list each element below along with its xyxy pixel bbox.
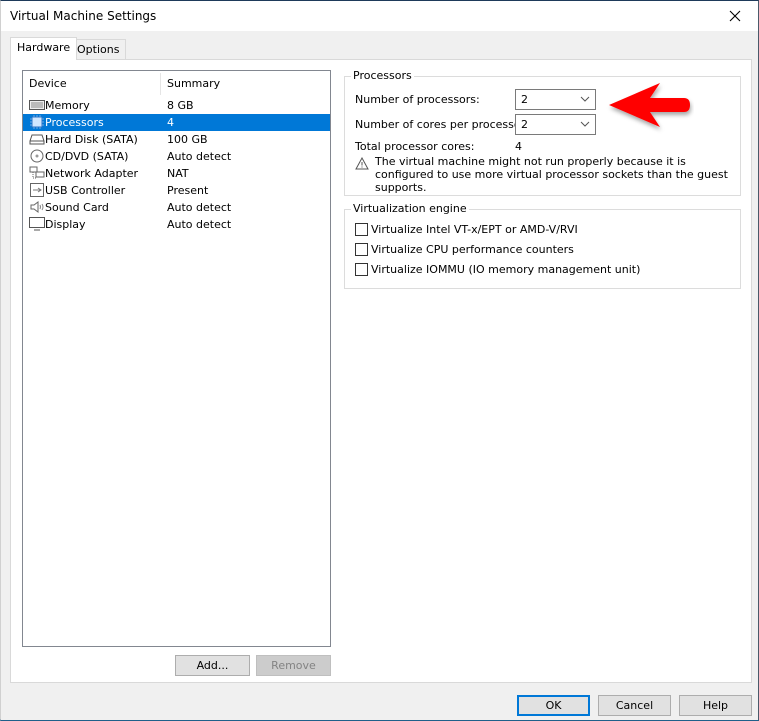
tab-options-label: Options [77, 43, 120, 56]
vtx-ept-checkbox[interactable] [355, 223, 368, 236]
device-name: Display [45, 218, 86, 231]
cancel-label: Cancel [615, 699, 654, 712]
device-summary: Auto detect [167, 218, 232, 231]
processors-group-title: Processors [351, 69, 414, 82]
add-device-button[interactable]: Add... [175, 655, 250, 676]
device-summary: Auto detect [167, 201, 232, 214]
cores-per-processor-value: 2 [521, 118, 528, 131]
device-list[interactable]: Device Summary Memory 8 GB Processors 4 Hard… [22, 70, 331, 647]
device-summary: 8 GB [167, 99, 194, 112]
device-row-memory[interactable]: Memory 8 GB [23, 97, 330, 114]
window-title: Virtual Machine Settings [10, 9, 157, 23]
monitor-icon [29, 217, 45, 232]
chevron-down-icon [580, 121, 590, 127]
column-separator[interactable] [160, 73, 161, 95]
virtualization-group-title: Virtualization engine [351, 202, 469, 215]
device-summary: Present [167, 184, 209, 197]
remove-device-label: Remove [271, 659, 316, 672]
device-row-hard-disk-sata[interactable]: Hard Disk (SATA) 100 GB [23, 131, 330, 148]
num-processors-label: Number of processors: [355, 93, 480, 106]
column-header-device[interactable]: Device [29, 77, 67, 90]
iommu-checkbox[interactable] [355, 263, 368, 276]
tab-options[interactable]: Options [70, 39, 127, 60]
device-summary: Auto detect [167, 150, 232, 163]
chevron-down-icon [580, 96, 590, 102]
total-cores-value: 4 [515, 140, 522, 153]
processor-icon [29, 115, 45, 130]
warning-icon [355, 157, 369, 170]
device-row-network-adapter[interactable]: Network Adapter NAT [23, 165, 330, 182]
hard-disk-icon [29, 132, 45, 147]
device-row-cd-dvd-sata[interactable]: CD/DVD (SATA) Auto detect [23, 148, 330, 165]
device-name: USB Controller [45, 184, 126, 197]
close-icon [729, 10, 741, 22]
hardware-panel: Device Summary Memory 8 GB Processors 4 Hard… [10, 59, 752, 683]
num-processors-select[interactable]: 2 [515, 89, 596, 110]
ok-label: OK [545, 699, 562, 712]
cores-per-processor-label: Number of cores per processor: [355, 118, 529, 131]
tab-hardware[interactable]: Hardware [10, 37, 78, 60]
network-adapter-icon [29, 166, 45, 181]
add-device-label: Add... [196, 659, 229, 672]
device-summary: 100 GB [167, 133, 208, 146]
remove-device-button[interactable]: Remove [256, 655, 331, 676]
vtx-ept-label: Virtualize Intel VT-x/EPT or AMD-V/RVI [371, 223, 578, 236]
cpu-perf-counters-checkbox[interactable] [355, 243, 368, 256]
num-processors-value: 2 [521, 93, 528, 106]
red-arrow-annotation [609, 83, 690, 127]
cancel-button[interactable]: Cancel [598, 695, 671, 716]
device-name: Hard Disk (SATA) [45, 133, 138, 146]
iommu-label: Virtualize IOMMU (IO memory management u… [371, 263, 641, 276]
device-summary: 4 [167, 116, 174, 129]
ok-button[interactable]: OK [517, 695, 590, 716]
device-name: Processors [45, 116, 104, 129]
help-label: Help [702, 699, 729, 712]
help-button[interactable]: Help [679, 695, 752, 716]
cores-per-processor-select[interactable]: 2 [515, 114, 596, 135]
cd-dvd-icon [29, 149, 45, 164]
cpu-perf-counters-label: Virtualize CPU performance counters [371, 243, 574, 256]
device-row-usb-controller[interactable]: USB Controller Present [23, 182, 330, 199]
memory-icon [29, 98, 45, 113]
device-row-display[interactable]: Display Auto detect [23, 216, 330, 233]
dialog-footer: OK Cancel Help [1, 683, 758, 720]
warning-message: The virtual machine might not run proper… [375, 155, 728, 194]
device-summary: NAT [167, 167, 189, 180]
title-bar: Virtual Machine Settings [1, 1, 758, 31]
device-row-processors[interactable]: Processors 4 [23, 114, 330, 131]
virtualization-engine-group: Virtualization engine Virtualize Intel V… [344, 202, 741, 289]
usb-icon [29, 183, 45, 198]
column-header-summary[interactable]: Summary [167, 77, 220, 90]
total-cores-label: Total processor cores: [355, 140, 475, 153]
device-name: Network Adapter [45, 167, 139, 180]
speaker-icon [29, 200, 45, 215]
close-button[interactable] [712, 1, 758, 31]
device-list-header: Device Summary [23, 71, 330, 96]
tab-hardware-label: Hardware [17, 41, 71, 54]
device-name: Sound Card [45, 201, 109, 214]
device-name: CD/DVD (SATA) [45, 150, 129, 163]
device-row-sound-card[interactable]: Sound Card Auto detect [23, 199, 330, 216]
vm-settings-dialog: Virtual Machine Settings Hardware Option… [0, 0, 759, 721]
device-name: Memory [45, 99, 90, 112]
device-rows: Memory 8 GB Processors 4 Hard Disk (SATA) 100… [23, 97, 330, 233]
